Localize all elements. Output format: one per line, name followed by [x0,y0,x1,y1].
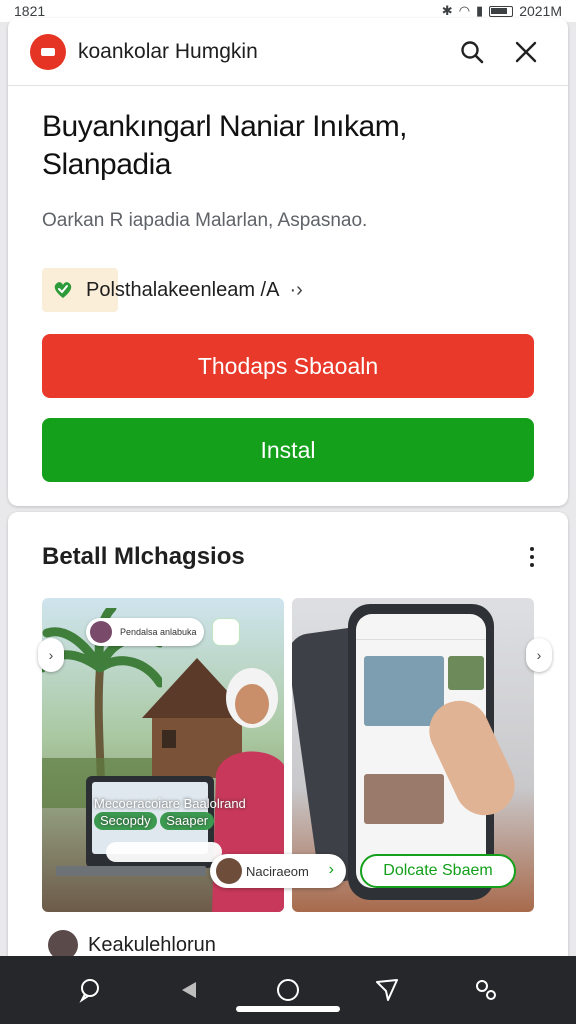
system-nav-bar [0,956,576,1024]
wifi-icon: ◠ [458,3,471,18]
primary-action-button[interactable]: Thodaps Sbaoaln [42,334,534,398]
gallery-next-button[interactable]: › [526,638,552,672]
listing-card: koankolar Humgkin Buyankıngarl Naniar In… [8,18,568,506]
send-button[interactable] [363,966,411,1014]
app-logo [30,33,66,70]
gallery-header: Betall Mlchagsios [8,512,568,572]
gallery-card: Betall Mlchagsios › › Pendalsa anlabuka … [8,512,568,972]
battery-icon [489,5,514,17]
gallery-title: Betall Mlchagsios [42,543,245,570]
category-chip-row: Polsthalakeenleam /A ·› [42,268,534,312]
close-icon [515,41,537,62]
home-indicator[interactable] [236,1006,340,1012]
search-button[interactable] [452,32,492,72]
search-icon [461,40,484,63]
avatar [216,858,242,884]
more-options-button[interactable] [520,542,544,572]
recents-button[interactable] [462,966,510,1014]
avatar [90,621,112,643]
overlay-tag1: Secopdy [94,812,157,830]
install-button[interactable]: Instal [42,418,534,482]
status-icons: ✱ ◠ ▮ 2021M [442,3,562,19]
category-chip[interactable]: Polsthalakeenleam /A ·› [42,268,311,312]
listing-content: Buyankıngarl Naniar Inıkam, Slanpadia Oa… [8,86,568,482]
heart-check-icon [54,282,72,298]
screenshot-cta-pill: Dolcate Sbaem [360,854,516,888]
chevron-right-icon: ·› [289,278,303,301]
app-name: koankolar Humgkin [78,39,258,63]
close-button[interactable] [506,32,546,72]
link-icon [476,980,497,1000]
back-button[interactable] [165,966,213,1014]
assistant-button[interactable] [66,966,114,1014]
chat-icon [212,618,240,646]
status-time: 1821 [14,3,46,19]
listing-subtitle: Oarkan R iapadia Malarlan, Aspasnao. [42,210,368,231]
chat-bubble-icon [79,979,99,1003]
back-triangle-icon [181,982,196,998]
listing-title: Buyankıngarl Naniar Inıkam, Slanpadia [42,110,408,181]
bluetooth-icon: ✱ [441,3,453,18]
more-dot-icon [530,547,534,551]
chevron-right-icon: › [536,647,542,663]
send-icon [376,979,399,1001]
arrow-right-icon: › [328,861,334,878]
user-bubble: Naciraeom › [210,854,346,888]
status-right-text: 2021M [519,3,562,19]
overlay-tag2: Saaper [160,812,215,830]
chip-label: Polsthalakeenleam /A [86,278,280,301]
laptop-base [56,866,206,876]
phone-image [448,656,484,690]
mini-card-text: Pendalsa anlabuka [120,627,197,637]
bubble-text: Naciraeom [246,863,309,879]
home-circle-icon [276,979,299,1001]
profile-mini-card: Pendalsa anlabuka [86,618,204,646]
phone-image [364,774,444,824]
overlay-caption: Mecoeracoiare Baalolrand Secopdy Saaper [94,796,270,830]
reviewer-name: Keakulehlorun [88,933,216,956]
overlay-line1: Mecoeracoiare [94,796,180,811]
chevron-left-icon: › [48,647,54,663]
overlay-line2: Baalolrand [183,796,246,811]
app-header: koankolar Humgkin [8,18,568,86]
signal-icon: ▮ [476,3,484,18]
screenshot-carousel[interactable]: Pendalsa anlabuka Mecoeracoiare Baalolra… [42,598,534,912]
overlay-search-pill [106,842,222,862]
gallery-prev-button[interactable]: › [38,638,64,672]
